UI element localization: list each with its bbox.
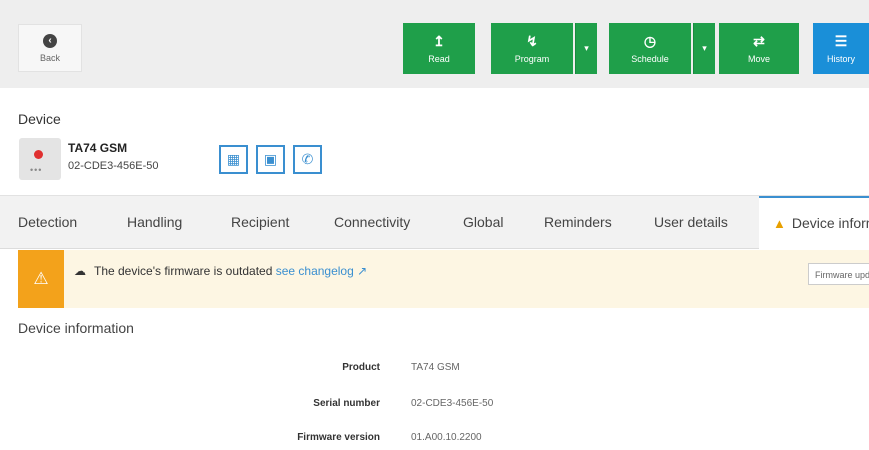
- read-label: Read: [428, 53, 450, 64]
- device-dots-icon: •••: [30, 165, 43, 175]
- info-row-product: Product TA74 GSM: [0, 362, 869, 380]
- device-led-icon: [34, 150, 43, 159]
- program-label: Program: [514, 53, 550, 64]
- cloud-icon: ☁: [74, 264, 86, 278]
- bolt-icon: ↯: [526, 32, 538, 49]
- history-label: History: [826, 53, 855, 64]
- tab-global[interactable]: Global: [463, 196, 503, 249]
- back-arrow-icon: ‹: [43, 33, 57, 48]
- toolbar: ‹ Back ↥ Read ↯ Program ▾ ◷ Schedule ▾ ⇄…: [0, 0, 869, 88]
- list-icon: ☰: [834, 32, 848, 49]
- alert-text: The device's firmware is outdated: [94, 264, 273, 278]
- history-button[interactable]: ☰ History: [813, 23, 869, 74]
- network-icon[interactable]: ▦: [219, 145, 248, 174]
- info-value: 02-CDE3-456E-50: [411, 398, 494, 409]
- back-label: Back: [39, 52, 60, 63]
- schedule-button[interactable]: ◷ Schedule: [609, 23, 691, 74]
- tab-device-information-label: Device information: [791, 215, 869, 231]
- info-label: Serial number: [313, 398, 380, 409]
- firmware-update-button[interactable]: Firmware update: [808, 263, 869, 285]
- shuffle-icon: ⇄: [753, 32, 765, 49]
- move-button[interactable]: ⇄ Move: [719, 23, 799, 74]
- info-row-firmware-version: Firmware version 01.A00.10.2200: [0, 432, 869, 450]
- device-name: TA74 GSM: [68, 141, 128, 155]
- tab-bar: Detection Handling Recipient Connectivit…: [0, 195, 869, 250]
- info-label: Firmware version: [297, 432, 380, 443]
- back-button[interactable]: ‹ Back: [18, 24, 82, 72]
- changelog-link[interactable]: see changelog ↗: [276, 264, 367, 278]
- device-section-label: Device: [18, 111, 61, 127]
- tab-reminders[interactable]: Reminders: [544, 196, 612, 249]
- alert-message: The device's firmware is outdated see ch…: [94, 264, 367, 278]
- warning-icon: ⚠: [18, 250, 64, 308]
- device-icon: •••: [19, 138, 61, 180]
- phone-icon[interactable]: ✆: [293, 145, 322, 174]
- chevron-down-icon: ▾: [702, 43, 707, 53]
- schedule-dropdown-button[interactable]: ▾: [693, 23, 715, 74]
- chevron-down-icon: ▾: [584, 43, 589, 53]
- tab-handling[interactable]: Handling: [127, 196, 182, 249]
- program-dropdown-button[interactable]: ▾: [575, 23, 597, 74]
- read-button[interactable]: ↥ Read: [403, 23, 475, 74]
- warning-icon: ▲: [773, 216, 786, 231]
- tab-recipient[interactable]: Recipient: [231, 196, 289, 249]
- info-value: TA74 GSM: [411, 362, 460, 373]
- tab-connectivity[interactable]: Connectivity: [334, 196, 410, 249]
- external-link-icon: ↗: [357, 264, 368, 278]
- program-button[interactable]: ↯ Program: [491, 23, 573, 74]
- device-information-title: Device information: [18, 320, 134, 336]
- info-value: 01.A00.10.2200: [411, 432, 482, 443]
- tab-device-information[interactable]: ▲ Device information: [759, 196, 869, 250]
- clock-icon: ◷: [643, 32, 657, 49]
- changelog-link-label: see changelog: [275, 264, 354, 278]
- schedule-label: Schedule: [631, 53, 669, 64]
- tab-user-details[interactable]: User details: [654, 196, 728, 249]
- upload-icon: ↥: [433, 32, 445, 49]
- info-row-serial-number: Serial number 02-CDE3-456E-50: [0, 398, 869, 416]
- move-label: Move: [747, 53, 770, 64]
- sim-card-icon[interactable]: ▣: [256, 145, 285, 174]
- device-serial: 02-CDE3-456E-50: [68, 160, 159, 172]
- firmware-alert: ⚠ ☁ The device's firmware is outdated se…: [18, 250, 869, 308]
- tab-detection[interactable]: Detection: [18, 196, 77, 249]
- info-label: Product: [342, 362, 380, 373]
